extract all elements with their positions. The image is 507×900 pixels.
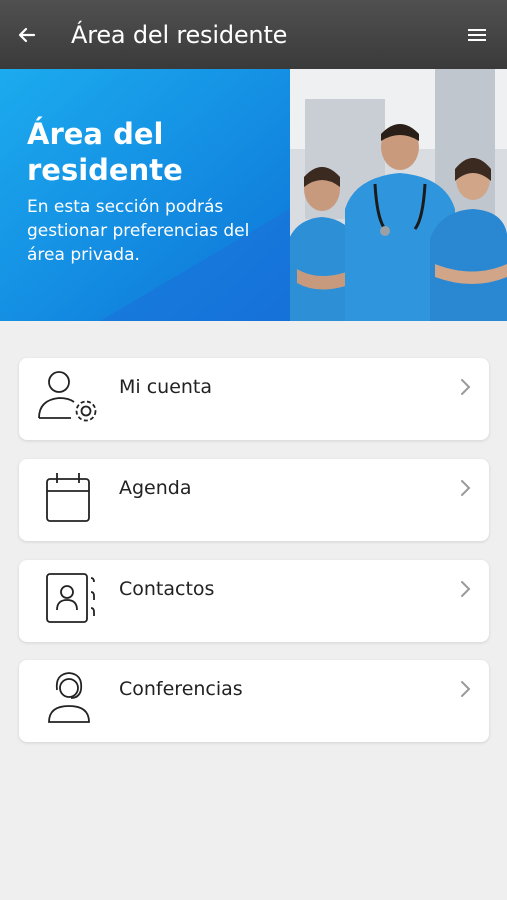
user-settings-icon	[38, 371, 97, 422]
medical-staff-photo	[285, 69, 507, 321]
hamburger-menu-icon	[468, 29, 486, 41]
menu-item-label: Conferencias	[119, 678, 243, 700]
banner-heading: Área del residente	[27, 117, 183, 187]
chevron-right-icon	[461, 480, 471, 496]
menu-item-mi-cuenta[interactable]: Mi cuenta	[19, 358, 489, 440]
contacts-book-icon	[46, 573, 95, 623]
app-bar: Área del residente	[0, 0, 507, 69]
menu-item-label: Agenda	[119, 477, 192, 499]
page-title: Área del residente	[71, 20, 288, 49]
chevron-right-icon	[461, 581, 471, 597]
chevron-right-icon	[461, 681, 471, 697]
hero-banner: Área del residente En esta sección podrá…	[0, 69, 507, 321]
menu-item-agenda[interactable]: Agenda	[19, 459, 489, 541]
arrow-left-icon	[18, 27, 36, 42]
back-button[interactable]	[0, 0, 54, 69]
chevron-right-icon	[461, 379, 471, 395]
banner-description: En esta sección podrás gestionar prefere…	[27, 197, 250, 265]
menu-button[interactable]	[459, 17, 495, 53]
headset-user-icon	[48, 672, 90, 723]
menu-item-label: Mi cuenta	[119, 376, 213, 398]
menu-item-conferencias[interactable]: Conferencias	[19, 660, 489, 742]
menu-item-contactos[interactable]: Contactos	[19, 560, 489, 642]
menu-item-label: Contactos	[119, 578, 215, 600]
calendar-icon	[46, 473, 90, 522]
